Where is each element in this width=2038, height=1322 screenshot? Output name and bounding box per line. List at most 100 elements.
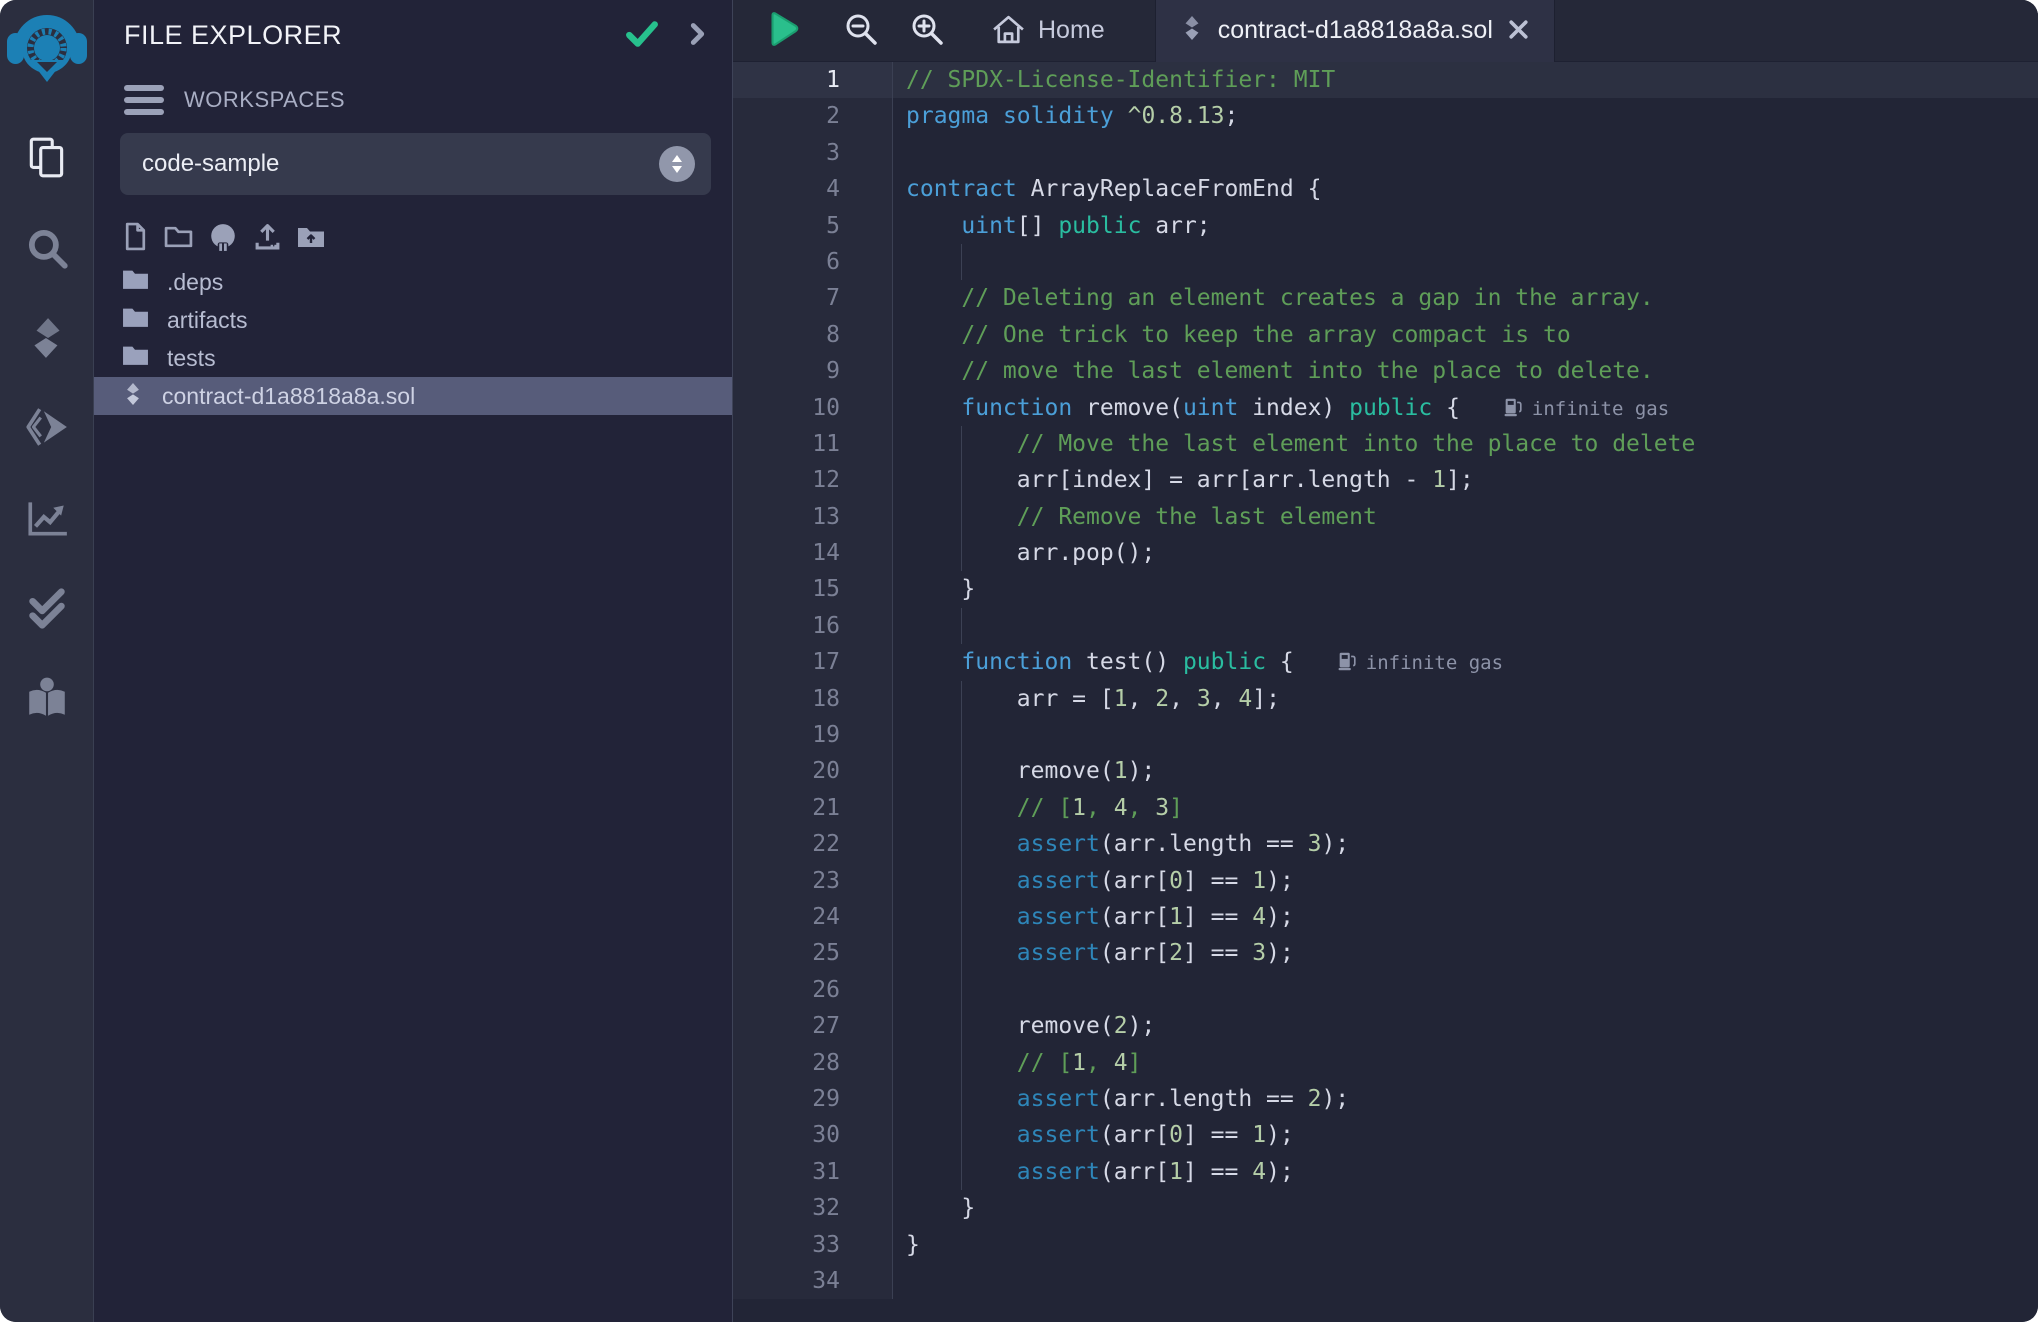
- tree-item-folder[interactable]: artifacts: [94, 301, 732, 339]
- folder-icon: [122, 268, 149, 296]
- zoom-in-button[interactable]: [909, 11, 945, 50]
- line-number: 13: [733, 499, 893, 535]
- sidebar-solidity-compiler-button[interactable]: [23, 314, 71, 362]
- sidebar-search-button[interactable]: [23, 224, 71, 272]
- workspace-selector[interactable]: code-sample: [120, 133, 711, 195]
- line-number: 9: [733, 353, 893, 389]
- code-line: 28 // [1, 4]: [733, 1045, 2038, 1081]
- line-number: 30: [733, 1117, 893, 1153]
- solidity-file-icon: [1180, 14, 1204, 47]
- folder-icon: [122, 306, 149, 334]
- file-explorer-icon: [24, 135, 70, 181]
- upload-file-icon: [253, 222, 282, 254]
- code-editor[interactable]: 1// SPDX-License-Identifier: MIT2pragma …: [733, 62, 2038, 1322]
- workspace-sort-button[interactable]: [659, 146, 695, 182]
- folder-name: artifacts: [167, 307, 248, 334]
- home-tab-label: Home: [1038, 16, 1105, 45]
- upload-file-button[interactable]: [253, 222, 282, 254]
- gas-badge-label: infinite gas: [1366, 645, 1503, 681]
- code-line: 30 assert(arr[0] == 1);: [733, 1117, 2038, 1153]
- tree-item-folder[interactable]: .deps: [94, 263, 732, 301]
- double-check-icon: [24, 585, 70, 631]
- sidebar-deploy-run-button[interactable]: [23, 404, 71, 452]
- line-number: 28: [733, 1045, 893, 1081]
- sidebar-file-explorer-button[interactable]: [23, 134, 71, 182]
- new-file-icon: [122, 222, 149, 254]
- code-line: 29 assert(arr.length == 2);: [733, 1081, 2038, 1117]
- code-line: 14 arr.pop();: [733, 535, 2038, 571]
- workspace-name: code-sample: [142, 150, 279, 178]
- line-number: 14: [733, 535, 893, 571]
- tree-item-selected-file[interactable]: contract-d1a8818a8a.sol: [94, 377, 732, 415]
- zoom-in-icon: [909, 11, 945, 50]
- line-number: 5: [733, 208, 893, 244]
- code-line: 18 arr = [1, 2, 3, 4];: [733, 681, 2038, 717]
- code-line: 20 remove(1);: [733, 753, 2038, 789]
- code-line: 10 function remove(uint index) public {i…: [733, 390, 2038, 426]
- confirm-check-button[interactable]: [625, 20, 659, 51]
- upload-folder-button[interactable]: [297, 225, 325, 252]
- new-file-button[interactable]: [122, 222, 149, 254]
- active-tab-label: contract-d1a8818a8a.sol: [1218, 16, 1493, 45]
- line-number: 27: [733, 1008, 893, 1044]
- workspaces-menu-button[interactable]: [124, 85, 164, 115]
- line-number: 8: [733, 317, 893, 353]
- explorer-toolbar: [94, 221, 732, 255]
- tab-close-button[interactable]: [1507, 18, 1530, 44]
- line-number: 32: [733, 1190, 893, 1226]
- editor-area: Home contract-d1a8818a8a.sol: [733, 0, 2038, 1322]
- code-line: 15 }: [733, 571, 2038, 607]
- code-line: 32 }: [733, 1190, 2038, 1226]
- code-line: 16: [733, 608, 2038, 644]
- gas-estimate-badge: infinite gas: [1336, 645, 1503, 681]
- line-number: 11: [733, 426, 893, 462]
- code-line: 5 uint[] public arr;: [733, 208, 2038, 244]
- sidebar-static-analysis-button[interactable]: [23, 584, 71, 632]
- line-number: 34: [733, 1263, 893, 1299]
- code-line: 6: [733, 244, 2038, 280]
- code-line: 34: [733, 1263, 2038, 1299]
- sidebar-learneth-button[interactable]: [23, 674, 71, 722]
- remix-ide-window: FILE EXPLORER: [0, 0, 2038, 1322]
- chart-icon: [24, 495, 70, 541]
- code-line: 26: [733, 972, 2038, 1008]
- tab-home[interactable]: Home: [981, 0, 1115, 61]
- line-number: 33: [733, 1227, 893, 1263]
- line-number: 24: [733, 899, 893, 935]
- line-number: 25: [733, 935, 893, 971]
- close-icon: [1507, 18, 1530, 44]
- file-name: contract-d1a8818a8a.sol: [162, 383, 415, 410]
- line-number: 29: [733, 1081, 893, 1117]
- sort-arrows-icon: [670, 154, 684, 174]
- panel-collapse-button[interactable]: [689, 20, 706, 51]
- new-folder-icon: [164, 224, 193, 252]
- file-tree: .deps artifacts tests contract-d1a8818a8a.s…: [94, 263, 732, 415]
- book-icon: [24, 675, 70, 721]
- line-number: 15: [733, 571, 893, 607]
- line-number: 4: [733, 171, 893, 207]
- new-folder-button[interactable]: [164, 224, 193, 252]
- tab-contract-file[interactable]: contract-d1a8818a8a.sol: [1155, 0, 1555, 62]
- folder-name: tests: [167, 345, 216, 372]
- code-line: 12 arr[index] = arr[arr.length - 1];: [733, 462, 2038, 498]
- github-icon: [208, 222, 238, 255]
- checkmark-icon: [625, 20, 659, 51]
- github-button[interactable]: [208, 222, 238, 255]
- code-line: 27 remove(2);: [733, 1008, 2038, 1044]
- zoom-out-icon: [843, 11, 879, 50]
- line-number: 31: [733, 1154, 893, 1190]
- zoom-out-button[interactable]: [843, 11, 879, 50]
- code-line: 25 assert(arr[2] == 3);: [733, 935, 2038, 971]
- upload-folder-icon: [297, 225, 325, 252]
- folder-name: .deps: [167, 269, 223, 296]
- code-line: 9 // move the last element into the plac…: [733, 353, 2038, 389]
- run-script-button[interactable]: [763, 9, 801, 52]
- line-number: 7: [733, 280, 893, 316]
- line-number: 17: [733, 644, 893, 680]
- line-number: 16: [733, 608, 893, 644]
- folder-icon: [122, 344, 149, 372]
- sidebar-analytics-button[interactable]: [23, 494, 71, 542]
- tree-item-folder[interactable]: tests: [94, 339, 732, 377]
- code-line: 17 function test() public {infinite gas: [733, 644, 2038, 680]
- line-number: 21: [733, 790, 893, 826]
